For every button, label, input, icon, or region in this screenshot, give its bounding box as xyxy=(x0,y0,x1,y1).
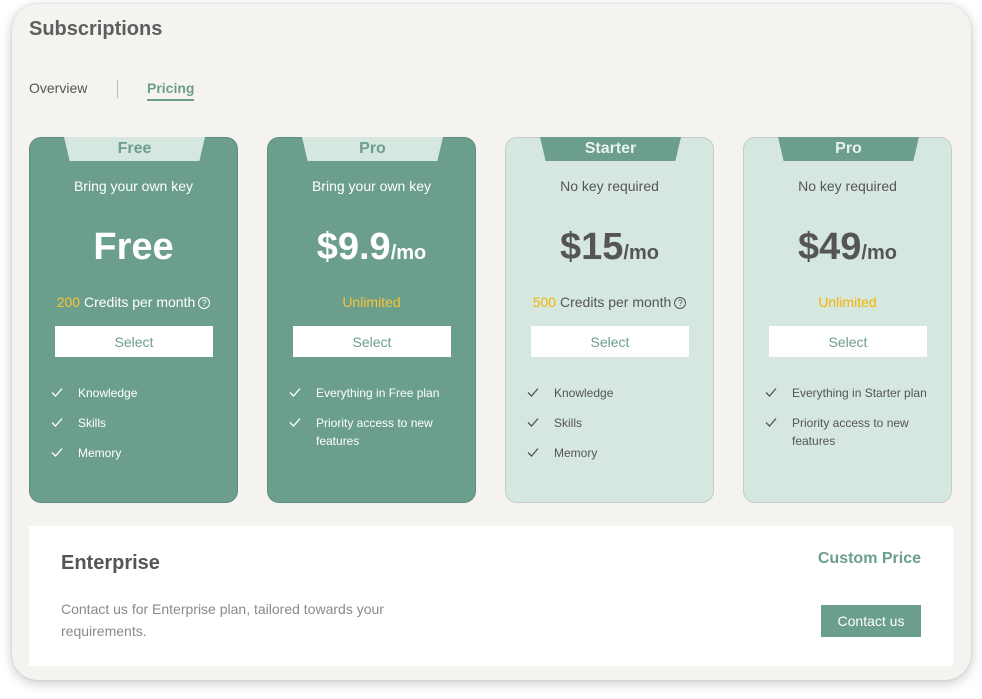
feature-label: Everything in Starter plan xyxy=(792,386,927,400)
check-icon xyxy=(765,418,777,427)
feature-item: Memory xyxy=(50,444,225,462)
feature-item: Everything in Free plan xyxy=(288,384,463,402)
plan-price-unit: /mo xyxy=(623,242,659,264)
check-icon xyxy=(51,418,63,427)
check-icon xyxy=(289,418,301,427)
feature-label: Priority access to new features xyxy=(316,416,433,448)
credits-value: 500 xyxy=(532,294,557,310)
feature-label: Knowledge xyxy=(78,386,138,400)
feature-label: Memory xyxy=(78,446,122,460)
plan-price-amount: Free xyxy=(93,226,174,268)
feature-item: Priority access to new features xyxy=(288,414,463,450)
credits-value: 200 xyxy=(56,294,81,310)
enterprise-title: Enterprise xyxy=(61,552,160,574)
select-button[interactable]: Select xyxy=(769,326,927,357)
credits-value: Unlimited xyxy=(818,294,877,310)
plan-price-unit: /mo xyxy=(861,242,897,264)
plan-price-amount: $49 xyxy=(798,226,862,268)
plan-tag: Free xyxy=(64,137,205,161)
credits-label: Credits per month xyxy=(559,294,672,310)
plan-card-free: Free Bring your own key Free 200 Credits… xyxy=(29,137,238,503)
plan-tag: Pro xyxy=(302,137,443,161)
credits-label: Credits per month xyxy=(83,294,196,310)
plan-price: Free xyxy=(30,226,237,269)
tab-pricing[interactable]: Pricing xyxy=(147,80,195,101)
feature-label: Knowledge xyxy=(554,386,614,400)
select-button[interactable]: Select xyxy=(531,326,689,357)
plan-card-starter: Starter No key required $15/mo 500 Credi… xyxy=(505,137,714,503)
plan-price-amount: $9.9 xyxy=(316,226,391,268)
check-icon xyxy=(51,448,63,457)
contact-us-button[interactable]: Contact us xyxy=(821,605,921,637)
feature-label: Skills xyxy=(78,416,107,430)
tab-divider xyxy=(117,80,118,98)
plan-tag: Starter xyxy=(540,137,681,161)
feature-list: Everything in Starter plan Priority acce… xyxy=(764,384,939,462)
feature-item: Memory xyxy=(526,444,701,462)
check-icon xyxy=(527,388,539,397)
credits-value: Unlimited xyxy=(342,294,401,310)
feature-item: Priority access to new features xyxy=(764,414,939,450)
feature-label: Memory xyxy=(554,446,598,460)
feature-item: Everything in Starter plan xyxy=(764,384,939,402)
select-button[interactable]: Select xyxy=(293,326,451,357)
feature-list: Knowledge Skills Memory xyxy=(526,384,701,474)
tab-overview[interactable]: Overview xyxy=(29,80,87,96)
enterprise-description: Contact us for Enterprise plan, tailored… xyxy=(61,601,384,639)
help-circle-icon[interactable]: ? xyxy=(674,297,687,309)
page-title: Subscriptions xyxy=(29,18,163,40)
plan-card-pro: Pro Bring your own key $9.9/mo Unlimited… xyxy=(267,137,476,503)
enterprise-card: Enterprise Contact us for Enterprise pla… xyxy=(29,526,953,666)
feature-item: Skills xyxy=(526,414,701,432)
check-icon xyxy=(527,418,539,427)
plan-price-unit: /mo xyxy=(390,242,427,264)
help-circle-icon[interactable]: ? xyxy=(198,297,211,309)
check-icon xyxy=(289,388,301,397)
feature-item: Skills xyxy=(50,414,225,432)
feature-item: Knowledge xyxy=(526,384,701,402)
plan-price: $49/mo xyxy=(744,226,951,269)
plan-price: $15/mo xyxy=(506,226,713,269)
plan-price-amount: $15 xyxy=(560,226,624,268)
plan-tag: Pro xyxy=(778,137,919,161)
plan-credits: 200 Credits per month? xyxy=(30,294,237,310)
feature-list: Knowledge Skills Memory xyxy=(50,384,225,474)
plan-credits: 500 Credits per month? xyxy=(506,294,713,310)
feature-item: Knowledge xyxy=(50,384,225,402)
plan-card-pro-hosted: Pro No key required $49/mo Unlimited Sel… xyxy=(743,137,952,503)
feature-label: Skills xyxy=(554,416,583,430)
feature-label: Priority access to new features xyxy=(792,416,909,448)
subscriptions-panel: Subscriptions Overview Pricing Free Brin… xyxy=(12,4,971,680)
plan-subtitle: No key required xyxy=(798,178,897,194)
plan-credits: Unlimited xyxy=(744,294,951,310)
plan-price: $9.9/mo xyxy=(268,226,475,269)
plan-credits: Unlimited xyxy=(268,294,475,310)
plan-subtitle: No key required xyxy=(560,178,659,194)
check-icon xyxy=(527,448,539,457)
feature-label: Everything in Free plan xyxy=(316,386,440,400)
plan-subtitle: Bring your own key xyxy=(311,178,432,194)
check-icon xyxy=(51,388,63,397)
plan-subtitle: Bring your own key xyxy=(73,178,194,194)
enterprise-price: Custom Price xyxy=(817,550,921,567)
feature-list: Everything in Free plan Priority access … xyxy=(288,384,463,462)
select-button[interactable]: Select xyxy=(55,326,213,357)
check-icon xyxy=(765,388,777,397)
